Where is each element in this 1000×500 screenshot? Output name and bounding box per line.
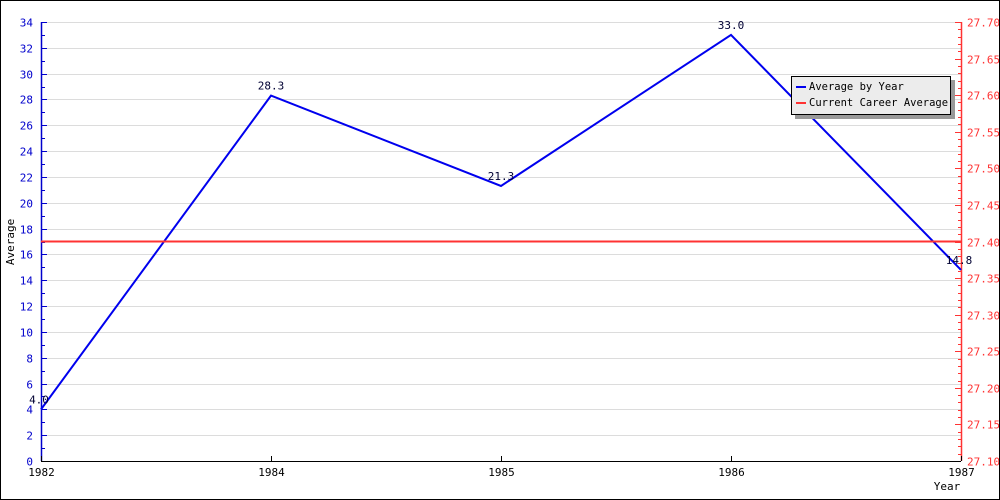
data-label: 4.0	[29, 393, 49, 406]
x-axis: 1982 1984 1985 1986 1987	[28, 456, 975, 479]
legend-item-average-by-year: Average by Year	[796, 81, 904, 93]
left-tick-label: 2	[26, 430, 33, 443]
right-tick-label: 27.15	[967, 419, 999, 432]
left-tick-label: 20	[20, 198, 33, 211]
legend-swatch-red	[796, 102, 806, 104]
data-label: 21.3	[488, 170, 515, 183]
x-tick-label: 1982	[28, 466, 55, 479]
right-tick-label: 27.55	[967, 127, 999, 140]
right-y-axis: 27.1027.1527.2027.2527.3027.3527.4027.45…	[955, 17, 999, 469]
right-tick-label: 27.20	[967, 383, 999, 396]
left-tick-label: 6	[26, 379, 33, 392]
x-tick-label: 1986	[718, 466, 745, 479]
left-tick-label: 30	[20, 69, 33, 82]
x-tick-label: 1984	[258, 466, 285, 479]
x-axis-title: Year	[934, 480, 961, 493]
x-tick-label: 1987	[948, 466, 975, 479]
right-tick-label: 27.30	[967, 310, 999, 323]
left-tick-label: 26	[20, 120, 33, 133]
left-tick-label: 16	[20, 249, 33, 262]
right-tick-label: 27.70	[967, 17, 999, 30]
left-tick-label: 32	[20, 43, 33, 56]
y-axis-title: Average	[4, 219, 17, 265]
left-tick-label: 18	[20, 224, 33, 237]
left-tick-label: 22	[20, 172, 33, 185]
right-tick-label: 27.65	[967, 54, 999, 67]
legend-label: Current Career Average	[809, 97, 949, 109]
left-tick-label: 28	[20, 94, 33, 107]
left-tick-label: 24	[20, 146, 34, 159]
left-tick-label: 12	[20, 301, 33, 314]
right-tick-label: 27.45	[967, 200, 999, 213]
data-label: 14.8	[946, 254, 973, 267]
left-tick-label: 8	[26, 353, 33, 366]
data-label: 28.3	[258, 80, 285, 93]
x-tick-label: 1985	[488, 466, 515, 479]
legend-item-career-average: Current Career Average	[796, 97, 948, 109]
right-tick-label: 27.50	[967, 163, 999, 176]
right-tick-label: 27.60	[967, 90, 999, 103]
right-tick-label: 27.25	[967, 346, 999, 359]
data-label: 33.0	[718, 19, 745, 32]
legend-swatch-blue	[796, 86, 806, 88]
right-tick-label: 27.35	[967, 273, 999, 286]
right-tick-label: 27.40	[967, 237, 999, 250]
legend: Average by Year Current Career Average	[791, 76, 951, 115]
left-tick-label: 34	[20, 17, 34, 30]
left-tick-label: 10	[20, 327, 33, 340]
legend-label: Average by Year	[809, 81, 904, 93]
left-tick-label: 14	[20, 275, 34, 288]
chart-frame: 0 2 4 6 8 10 12 14 16 18 20 22 24 26 28 30 32 34 27.10 27.…	[0, 0, 1000, 500]
